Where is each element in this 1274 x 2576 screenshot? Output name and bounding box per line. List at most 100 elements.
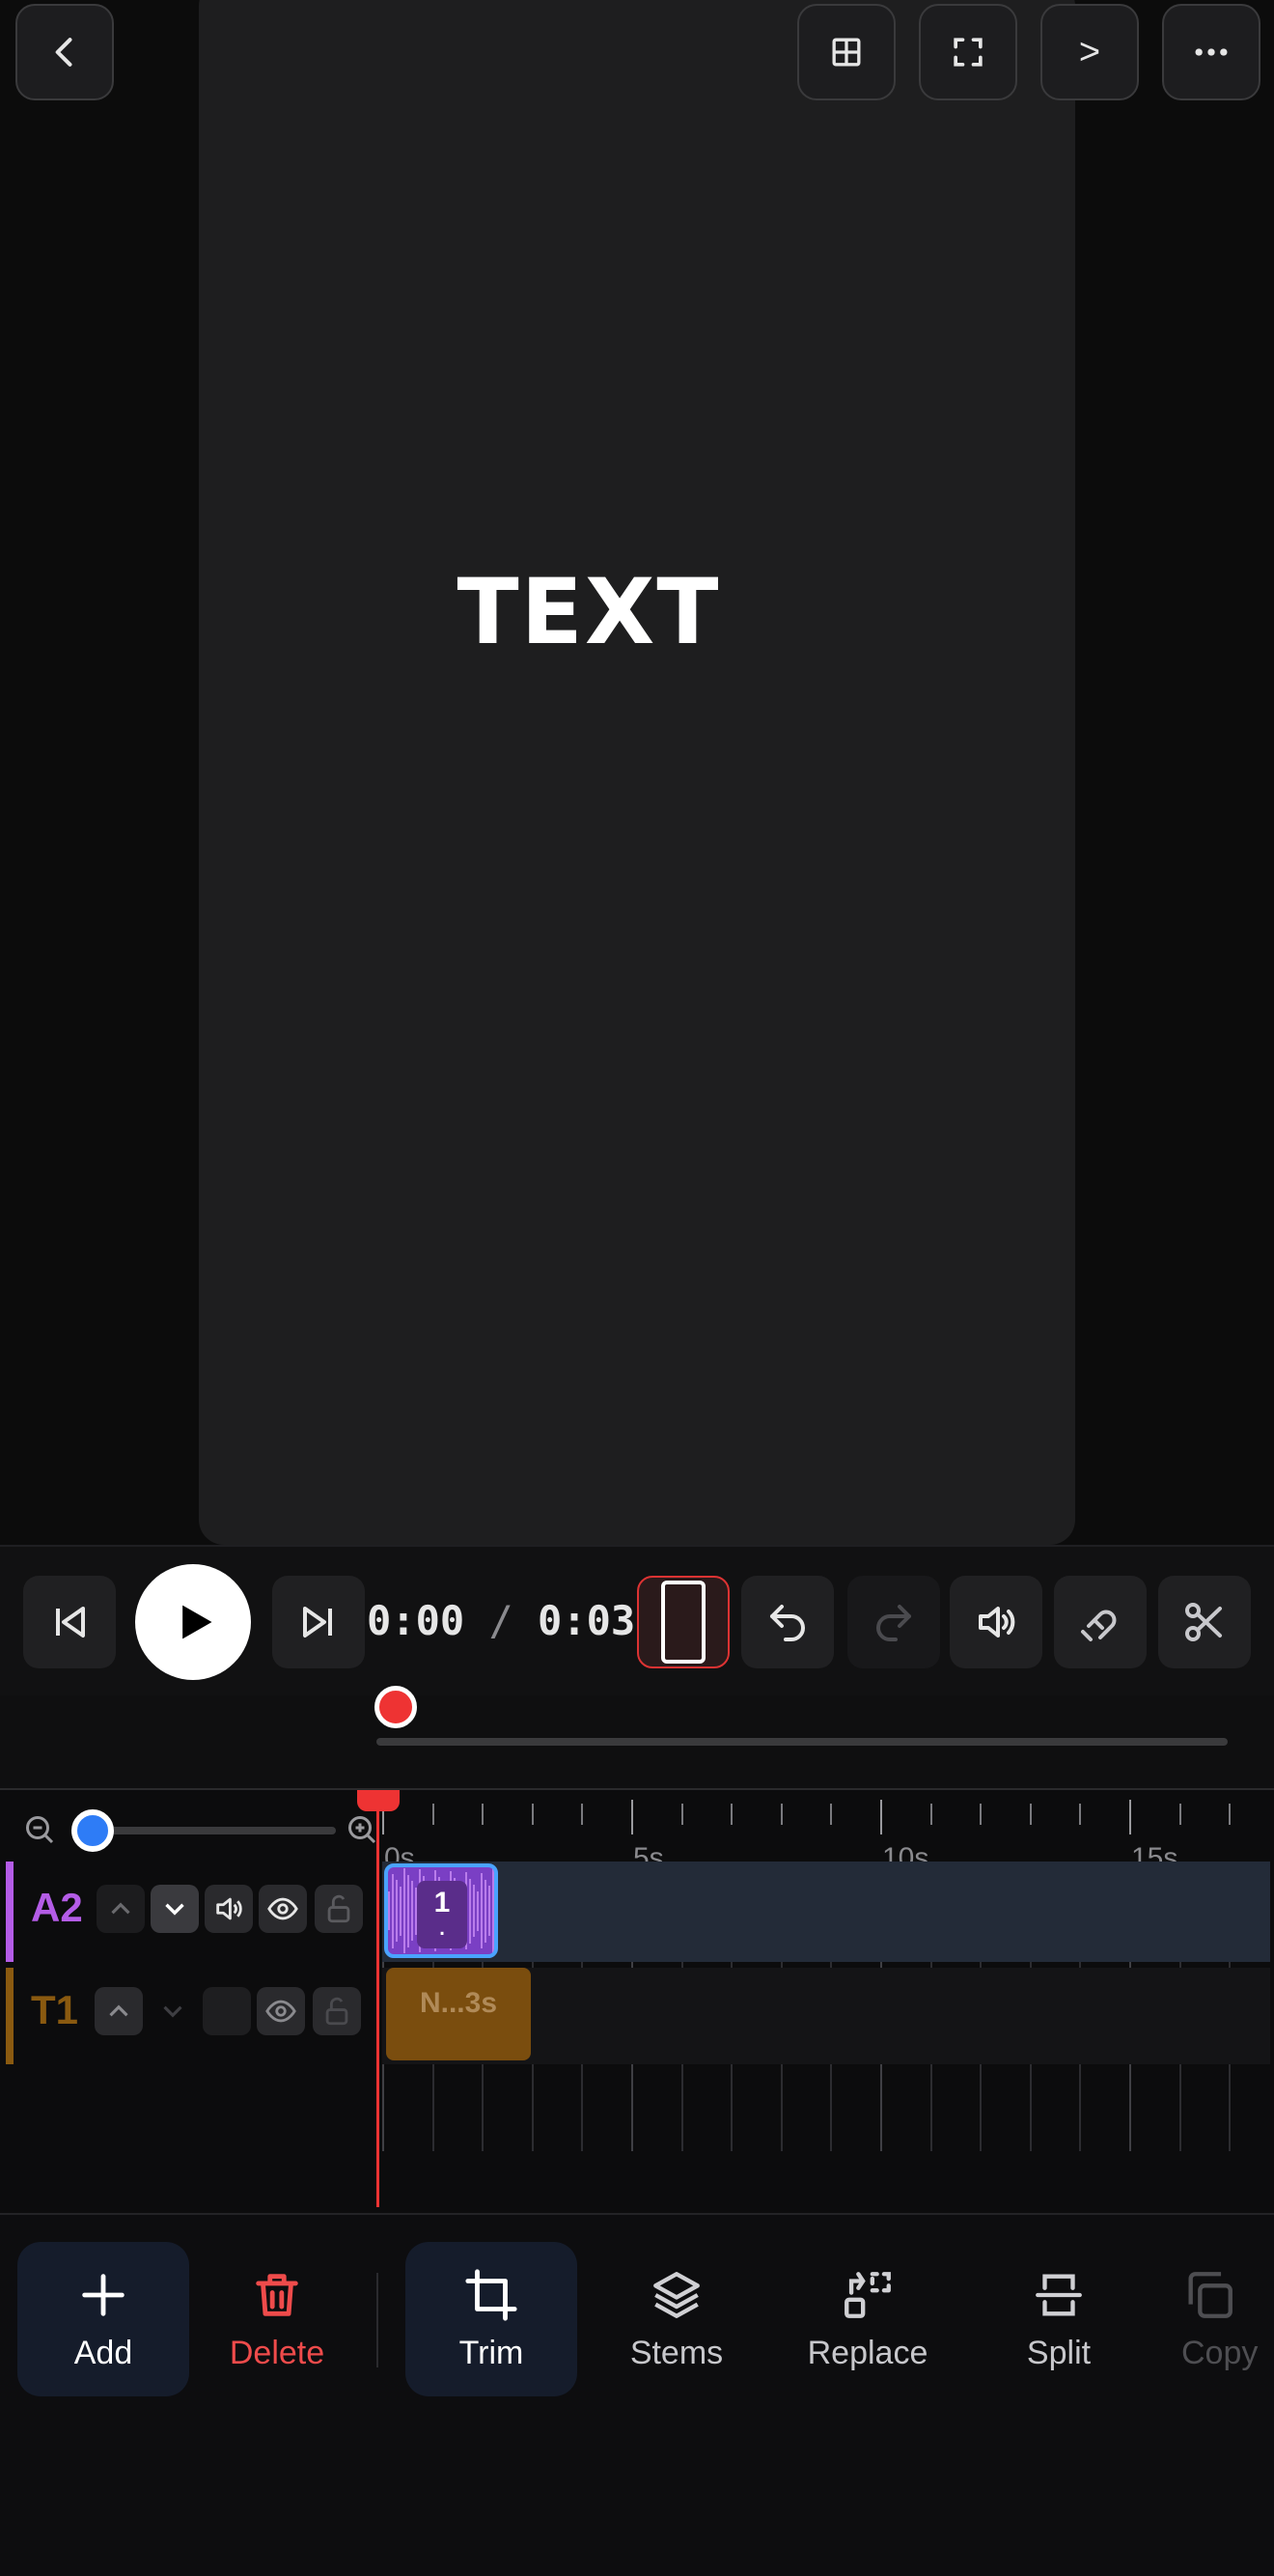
- redo-icon: [876, 1605, 911, 1641]
- volume-icon: [216, 1897, 242, 1920]
- volume-icon: [979, 1607, 1015, 1638]
- ruler-tick: [880, 1800, 882, 1834]
- zoom-in-icon[interactable]: [346, 1813, 380, 1848]
- text-clip[interactable]: N...3s: [386, 1968, 531, 2060]
- plus-icon: [82, 2273, 125, 2316]
- replace-button[interactable]: Replace: [782, 2242, 954, 2396]
- next-panel-button[interactable]: >: [1040, 4, 1139, 100]
- track-label-a2: A2: [31, 1885, 83, 1930]
- play-button[interactable]: [135, 1564, 251, 1680]
- zoom-slider-track[interactable]: [91, 1827, 336, 1834]
- grid-button[interactable]: [797, 4, 896, 100]
- ruler-tick: [680, 1804, 683, 1825]
- track-empty-slot: [203, 1987, 251, 2035]
- video-canvas[interactable]: TEXT: [199, 0, 1075, 1545]
- total-time: 0:03: [538, 1597, 636, 1644]
- magnet-snap-button[interactable]: [1054, 1576, 1147, 1668]
- play-icon: [182, 1605, 212, 1639]
- ruler-tick: [1029, 1804, 1032, 1825]
- zoom-out-icon[interactable]: [23, 1813, 58, 1848]
- eye-icon: [265, 2000, 296, 2023]
- track-lock-button[interactable]: [313, 1987, 361, 2035]
- aspect-ratio-button[interactable]: [637, 1576, 730, 1668]
- copy-button[interactable]: Copy: [1154, 2242, 1274, 2396]
- back-button[interactable]: [15, 4, 114, 100]
- canvas-text-overlay[interactable]: TEXT: [199, 560, 1075, 665]
- trim-label: Trim: [458, 2334, 524, 2371]
- scrub-handle[interactable]: [374, 1686, 417, 1728]
- skip-back-icon: [56, 1607, 85, 1638]
- ruler-tick: [1178, 1804, 1181, 1825]
- move-up-button[interactable]: [97, 1885, 145, 1933]
- track-color-bar: [6, 1862, 14, 1962]
- track-lane-a2[interactable]: 1 .: [382, 1862, 1270, 1962]
- stems-button[interactable]: Stems: [591, 2242, 762, 2396]
- track-header-t1: T1: [0, 1968, 376, 2064]
- waveform-bar: [392, 1873, 394, 1948]
- move-down-button[interactable]: [151, 1885, 199, 1933]
- waveform-bar: [488, 1886, 490, 1936]
- clip-badge: 1 .: [417, 1881, 467, 1948]
- track-lane-t1[interactable]: N...3s: [382, 1968, 1270, 2064]
- chevron-up-icon: [109, 2004, 128, 2017]
- ruler-tick: [830, 1804, 833, 1825]
- chevron-down-icon: [165, 1903, 184, 1916]
- bottom-toolbar: Add Delete Trim Stems Replace Split Copy: [0, 2213, 1274, 2576]
- ruler-tick: [531, 1804, 534, 1825]
- current-time: 0:00: [367, 1597, 465, 1644]
- ruler-tick: [1229, 1804, 1232, 1825]
- timeline: 0s 5s 10s 15s A2 1 . T1 N...3s: [0, 1788, 1274, 2213]
- waveform-bar: [469, 1878, 471, 1944]
- redo-button[interactable]: [847, 1576, 940, 1668]
- track-color-bar: [6, 1968, 14, 2064]
- add-button[interactable]: Add: [17, 2242, 189, 2396]
- cut-button[interactable]: [1158, 1576, 1251, 1668]
- track-label-t1: T1: [31, 1987, 79, 2032]
- magnet-icon: [1081, 1610, 1117, 1641]
- timecode: 0:00 / 0:03: [367, 1597, 635, 1644]
- undo-button[interactable]: [741, 1576, 834, 1668]
- playhead[interactable]: [376, 1790, 379, 2207]
- waveform-bar: [485, 1879, 486, 1943]
- track-header-a2: A2: [0, 1862, 376, 1962]
- track-row-a2: A2 1 .: [0, 1862, 1274, 1962]
- waveform-bar: [407, 1874, 409, 1947]
- delete-button[interactable]: Delete: [191, 2242, 363, 2396]
- clip-sub: .: [437, 1910, 447, 1942]
- trim-button[interactable]: Trim: [405, 2242, 577, 2396]
- ruler-tick: [1129, 1800, 1131, 1834]
- ruler-tick: [731, 1804, 734, 1825]
- fullscreen-button[interactable]: [919, 4, 1017, 100]
- volume-button[interactable]: [950, 1576, 1042, 1668]
- track-volume-button[interactable]: [205, 1885, 253, 1933]
- time-separator: /: [488, 1597, 513, 1644]
- zoom-control: [0, 1790, 376, 1862]
- skip-end-button[interactable]: [272, 1576, 365, 1668]
- move-down-button[interactable]: [149, 1987, 197, 2035]
- move-up-button[interactable]: [95, 1987, 143, 2035]
- more-options-button[interactable]: [1162, 4, 1260, 100]
- ruler-tick: [929, 1804, 932, 1825]
- split-button[interactable]: Split: [973, 2242, 1145, 2396]
- scrub-track[interactable]: [376, 1738, 1228, 1746]
- delete-label: Delete: [229, 2334, 325, 2371]
- waveform-bar: [473, 1885, 475, 1937]
- time-ruler[interactable]: 0s 5s 10s 15s: [376, 1790, 1274, 1874]
- eye-icon: [267, 1897, 298, 1920]
- fullscreen-icon: [954, 38, 983, 67]
- skip-forward-icon: [303, 1607, 332, 1638]
- unlock-icon: [325, 1997, 348, 2026]
- undo-icon: [770, 1605, 805, 1641]
- ruler-tick: [581, 1804, 584, 1825]
- track-lock-button[interactable]: [315, 1885, 363, 1933]
- waveform-bar: [481, 1873, 483, 1948]
- zoom-slider-knob[interactable]: [71, 1809, 114, 1852]
- track-visibility-button[interactable]: [257, 1987, 305, 2035]
- copy-label: Copy: [1181, 2334, 1259, 2371]
- ruler-tick: [431, 1804, 434, 1825]
- copy-icon: [1188, 2271, 1232, 2318]
- track-visibility-button[interactable]: [259, 1885, 307, 1933]
- audio-clip[interactable]: 1 .: [384, 1863, 498, 1958]
- skip-start-button[interactable]: [23, 1576, 116, 1668]
- stems-label: Stems: [629, 2334, 724, 2371]
